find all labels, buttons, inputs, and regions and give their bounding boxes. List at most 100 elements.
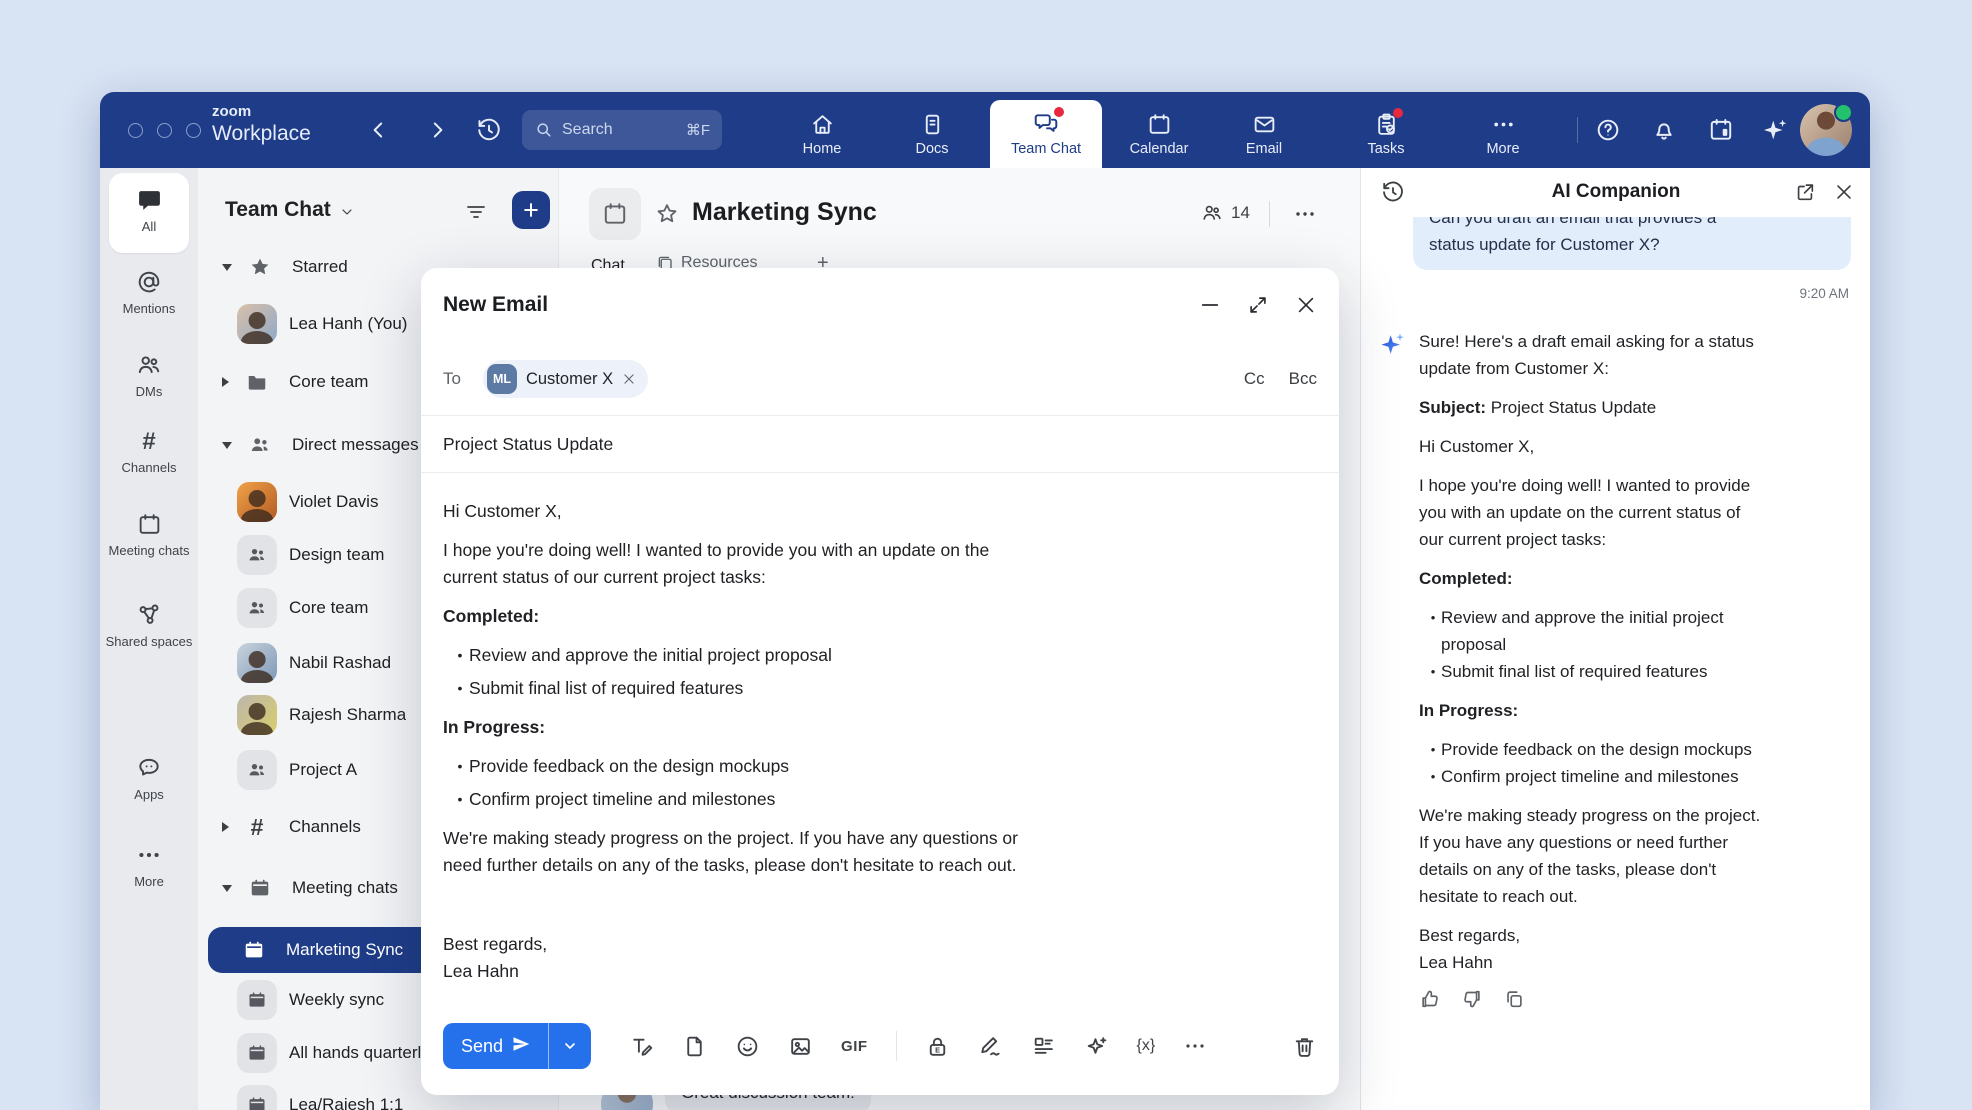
- at-icon: [136, 269, 162, 295]
- caret-right-icon[interactable]: [222, 377, 229, 387]
- ai-inprogress-label: In Progress:: [1419, 697, 1853, 724]
- send-plane-icon: [512, 1035, 530, 1058]
- rail-item-meeting-chats[interactable]: Meeting chats: [100, 512, 198, 559]
- nav-team-chat[interactable]: Team Chat: [990, 100, 1102, 168]
- rail-item-mentions[interactable]: Mentions: [100, 269, 198, 317]
- template-layout-icon[interactable]: [1031, 1034, 1056, 1059]
- nav-more[interactable]: More: [1455, 100, 1551, 168]
- ai-para: I hope you're doing well! I wanted to pr…: [1419, 472, 1853, 553]
- page-title: Marketing Sync: [692, 198, 877, 227]
- members-icon: [1201, 202, 1223, 224]
- channel-more-button[interactable]: [1293, 202, 1317, 226]
- thumbs-up-icon[interactable]: [1419, 988, 1441, 1010]
- folder-icon: [237, 371, 277, 393]
- attach-file-icon[interactable]: [682, 1034, 707, 1059]
- window-controls[interactable]: [128, 123, 201, 138]
- notifications-bell-icon[interactable]: [1651, 117, 1677, 143]
- ai-inprogress-list: Provide feedback on the design mockups C…: [1419, 736, 1853, 790]
- send-button[interactable]: Send: [443, 1023, 549, 1069]
- close-icon[interactable]: [1833, 181, 1855, 203]
- emoji-icon[interactable]: [735, 1034, 760, 1059]
- recipient-chip[interactable]: ML Customer X: [483, 360, 648, 398]
- chevron-down-icon[interactable]: [339, 204, 355, 220]
- group-avatar-icon: [237, 588, 277, 628]
- history-icon[interactable]: [476, 117, 502, 143]
- desktop: zoom Workplace Search ⌘F Home Docs Team …: [0, 0, 1972, 1110]
- gif-icon[interactable]: GIF: [841, 1038, 868, 1055]
- bcc-button[interactable]: Bcc: [1289, 369, 1317, 389]
- calendar-filled-icon: [240, 877, 280, 899]
- copy-icon[interactable]: [1503, 988, 1525, 1010]
- new-email-modal: New Email To ML Customer X Cc Bcc Projec…: [421, 268, 1339, 1095]
- rail-item-shared-spaces[interactable]: Shared spaces: [100, 602, 198, 650]
- nav-tasks[interactable]: Tasks: [1338, 100, 1434, 168]
- panel-title: Team Chat: [225, 198, 331, 222]
- header-divider: [1269, 201, 1270, 227]
- new-chat-button[interactable]: [512, 191, 550, 229]
- subject-input[interactable]: Project Status Update: [443, 434, 613, 455]
- filter-icon[interactable]: [464, 200, 488, 224]
- nav-calendar[interactable]: Calendar: [1111, 100, 1207, 168]
- caret-right-icon[interactable]: [222, 822, 229, 832]
- ai-compose-sparkle-icon[interactable]: [1084, 1034, 1109, 1059]
- email-outro: We're making steady progress on the proj…: [443, 825, 1317, 879]
- open-in-new-icon[interactable]: [1794, 181, 1816, 203]
- format-text-icon[interactable]: [629, 1034, 654, 1059]
- email-icon: [1252, 112, 1277, 137]
- nav-home[interactable]: Home: [774, 100, 870, 168]
- image-icon[interactable]: [788, 1034, 813, 1059]
- nav-email[interactable]: Email: [1216, 100, 1312, 168]
- discard-trash-icon[interactable]: [1292, 1034, 1317, 1059]
- unread-badge: [1054, 107, 1064, 117]
- ai-subject: Subject: Project Status Update: [1419, 394, 1853, 421]
- calendar-panel-icon[interactable]: [1708, 117, 1734, 143]
- rail-item-channels[interactable]: # Channels: [100, 430, 198, 476]
- send-options-button[interactable]: [549, 1023, 591, 1069]
- email-inprogress-label: In Progress:: [443, 714, 1317, 741]
- recipient-initials-badge: ML: [487, 364, 517, 394]
- remove-recipient-icon[interactable]: [622, 372, 636, 386]
- user-avatar[interactable]: [1800, 104, 1852, 156]
- chat-filled-icon: [137, 188, 162, 213]
- traffic-light-close[interactable]: [128, 123, 143, 138]
- caret-down-icon[interactable]: [222, 264, 232, 271]
- rail-item-dms[interactable]: DMs: [100, 352, 198, 400]
- toolbar-more-icon[interactable]: [1183, 1034, 1207, 1058]
- subject-row[interactable]: Project Status Update: [421, 416, 1339, 473]
- signature-icon[interactable]: [978, 1034, 1003, 1059]
- modal-header: New Email: [421, 268, 1339, 342]
- back-button[interactable]: [366, 117, 392, 143]
- caret-down-icon[interactable]: [222, 885, 232, 892]
- tasks-icon: [1374, 112, 1399, 137]
- search-input[interactable]: Search ⌘F: [522, 110, 722, 150]
- ai-sparkle-icon[interactable]: [1761, 116, 1789, 144]
- more-icon: [1491, 112, 1516, 137]
- member-count[interactable]: 14: [1201, 202, 1250, 224]
- minimize-icon[interactable]: [1199, 294, 1221, 316]
- help-button[interactable]: [1595, 117, 1621, 143]
- thumbs-down-icon[interactable]: [1461, 988, 1483, 1010]
- people-icon: [240, 434, 280, 456]
- star-icon: [240, 256, 280, 278]
- list-bullet: Confirm project timeline and milestones: [443, 786, 1317, 813]
- ai-greeting: Hi Customer X,: [1419, 433, 1853, 460]
- rail-item-apps[interactable]: Apps: [100, 755, 198, 803]
- traffic-light-minimize[interactable]: [157, 123, 172, 138]
- star-outline-icon[interactable]: [655, 202, 679, 226]
- forward-button[interactable]: [424, 117, 450, 143]
- rail-item-more[interactable]: More: [100, 842, 198, 890]
- rail-item-all[interactable]: All: [100, 188, 198, 235]
- compose-toolbar: Send GIF E {x}: [443, 1023, 1317, 1069]
- group-avatar-icon: [237, 750, 277, 790]
- toolbar-divider: [896, 1031, 897, 1061]
- expand-icon[interactable]: [1247, 294, 1269, 316]
- close-icon[interactable]: [1295, 294, 1317, 316]
- email-body[interactable]: Hi Customer X, I hope you're doing well!…: [443, 498, 1317, 997]
- caret-down-icon[interactable]: [222, 442, 232, 449]
- encrypt-lock-icon[interactable]: E: [925, 1034, 950, 1059]
- variables-icon[interactable]: {x}: [1137, 1037, 1156, 1055]
- to-label: To: [443, 369, 461, 389]
- cc-button[interactable]: Cc: [1244, 369, 1265, 389]
- nav-docs[interactable]: Docs: [884, 100, 980, 168]
- traffic-light-zoom[interactable]: [186, 123, 201, 138]
